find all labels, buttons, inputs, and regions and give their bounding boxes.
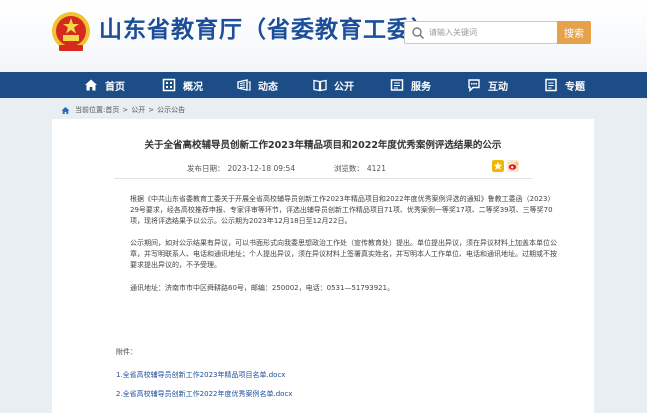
topic-icon	[545, 78, 557, 92]
publish-label: 发布日期：	[187, 164, 225, 173]
attachments-label: 附件：	[116, 348, 137, 356]
article-title: 关于全省高校辅导员创新工作2023年精品项目和2022年度优秀案例评选结果的公示	[144, 140, 502, 151]
nav-label: 公开	[334, 81, 354, 93]
nav-label: 首页	[105, 81, 125, 93]
article-meta: 发布日期： 2023-12-18 09:54 浏览数： 4121	[187, 163, 389, 174]
divider	[114, 178, 532, 179]
nav-label: 专题	[565, 81, 585, 93]
nav-item-overview[interactable]: 概况	[162, 72, 203, 98]
attachment-link-projects[interactable]: 1.全省高校辅导员创新工作2023年精品项目名单.docx	[116, 370, 285, 380]
article-paragraph: 根据《中共山东省委教育工委关于开展全省高校辅导员创新工作2023年精品项目和20…	[130, 195, 555, 225]
site-header: 山东省教育厅（省委教育工委） 搜索	[0, 0, 647, 72]
breadcrumb-prefix: 当前位置:	[75, 106, 106, 114]
breadcrumb: 当前位置: 首页 > 公开 > 公示公告	[61, 105, 185, 115]
breadcrumb-separator: >	[122, 106, 129, 114]
nav-label: 概况	[183, 81, 203, 93]
breadcrumb-separator: >	[148, 106, 155, 114]
book-icon	[313, 79, 327, 92]
article-panel: 关于全省高校辅导员创新工作2023年精品项目和2022年度优秀案例评选结果的公示…	[52, 119, 594, 413]
contact-paragraph: 通讯地址：济南市市中区舜耕路60号，邮编：250002，电话：0531—5179…	[130, 284, 395, 292]
nav-item-public[interactable]: 公开	[313, 72, 354, 98]
article-paragraph: 公示期间，如对公示结果有异议，可以书面形式向我委思想政治工作处（宣传教育处）提出…	[130, 239, 557, 269]
publish-date: 2023-12-18 09:54	[227, 164, 296, 173]
nav-item-news[interactable]: 动态	[237, 72, 278, 98]
weibo-share-icon[interactable]	[507, 160, 519, 172]
national-emblem-icon	[52, 12, 90, 51]
search-input[interactable]	[429, 22, 553, 43]
nav-label: 互动	[488, 81, 508, 93]
nav-label: 服务	[411, 81, 431, 93]
news-icon	[237, 79, 251, 91]
nav-item-service[interactable]: 服务	[390, 72, 431, 98]
breadcrumb-home-link[interactable]: 首页	[105, 105, 119, 115]
breadcrumb-notice-link[interactable]: 公示公告	[157, 105, 185, 115]
breadcrumb-public-link[interactable]: 公开	[131, 105, 145, 115]
building-icon	[162, 78, 176, 92]
service-icon	[390, 79, 404, 91]
qzone-share-icon[interactable]	[492, 160, 504, 172]
chat-icon	[468, 79, 480, 92]
site-title: 山东省教育厅（省委教育工委）	[99, 17, 435, 43]
views-count: 4121	[366, 164, 386, 173]
share-bar	[492, 160, 519, 172]
nav-item-topic[interactable]: 专题	[544, 72, 585, 98]
nav-item-home[interactable]: 首页	[84, 72, 125, 98]
main-nav: 首页 概况 动态 公开 服务 互动 专题	[0, 72, 647, 98]
nav-item-interact[interactable]: 互动	[467, 72, 508, 98]
nav-label: 动态	[258, 81, 278, 93]
views-label: 浏览数：	[333, 164, 364, 173]
attachment-link-cases[interactable]: 2.全省高校辅导员创新工作2022年度优秀案例名单.docx	[116, 389, 292, 399]
home-icon	[85, 79, 97, 91]
search-box[interactable]	[404, 21, 558, 44]
search-button[interactable]: 搜索	[557, 21, 591, 44]
search-icon	[412, 27, 425, 40]
home-icon	[61, 106, 70, 114]
